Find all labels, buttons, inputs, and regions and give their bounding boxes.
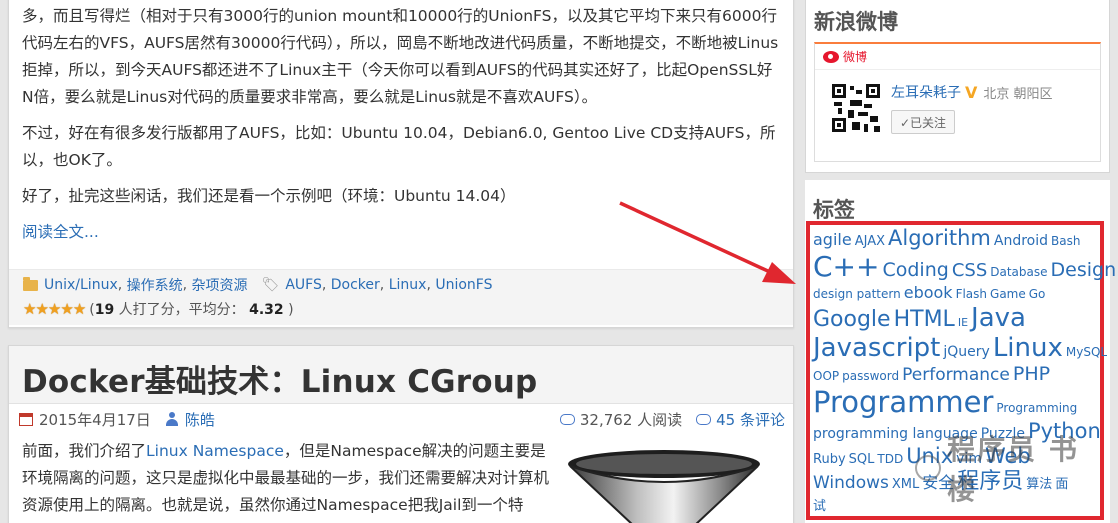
- watermark: 程序员 书楼: [915, 433, 1085, 506]
- funnel-image: [568, 450, 760, 523]
- followed-button[interactable]: ✓已关注: [891, 110, 955, 134]
- excerpt-text: 前面，我们介绍了: [22, 442, 147, 460]
- tag-link[interactable]: Go: [1029, 287, 1046, 301]
- widget-title: 新浪微博: [814, 10, 898, 34]
- paragraph: 多，而且写得烂（相对于只有3000行的union mount和10000行的Un…: [22, 7, 779, 106]
- comment-icon: [696, 413, 712, 425]
- rating-count-suffix: 人打了分，平均分：: [114, 302, 245, 318]
- tag-link[interactable]: ebook: [904, 283, 953, 302]
- weibo-card: 微博 左耳朵耗子 V 北京 朝阳区 ✓已关注: [814, 42, 1101, 162]
- calendar-icon: [19, 412, 33, 426]
- tag-link[interactable]: Android: [994, 233, 1048, 249]
- tag-link[interactable]: jQuery: [943, 344, 989, 360]
- widget-title: 标签: [813, 198, 855, 222]
- tag-link[interactable]: OOP: [813, 369, 839, 383]
- article-info: 2015年4月17日 陈皓 32,762 人阅读 45 条评论: [19, 406, 785, 432]
- tag-link[interactable]: Linux: [389, 277, 427, 293]
- weibo-logo-icon: [823, 50, 839, 63]
- user-icon: [165, 412, 179, 426]
- tag-link[interactable]: Java: [971, 303, 1026, 333]
- main-content: 多，而且写得烂（相对于只有3000行的union mount和10000行的Un…: [0, 0, 800, 523]
- tag-link[interactable]: Docker: [331, 277, 380, 293]
- star-icon[interactable]: ★: [35, 300, 48, 318]
- tag-link[interactable]: CSS: [952, 260, 987, 281]
- rating-average: 4.32: [249, 302, 284, 318]
- verified-v-icon: V: [965, 82, 978, 102]
- category-link[interactable]: 杂项资源: [192, 275, 248, 295]
- tag-link[interactable]: UnionFS: [435, 277, 492, 293]
- article-excerpt: 多，而且写得烂（相对于只有3000行的union mount和10000行的Un…: [22, 3, 782, 246]
- tag-link[interactable]: Game: [990, 287, 1026, 301]
- tag-cloud-line: Programmer Programming: [813, 388, 1098, 421]
- post-date: 2015年4月17日: [39, 410, 151, 429]
- paragraph: 好了，扯完这些闲话，我们还是看一个示例吧（环境：Ubuntu 14.04）: [22, 187, 516, 205]
- tag-link[interactable]: Javascript: [813, 333, 940, 363]
- rating-stars[interactable]: ★ ★ ★ ★ ★: [23, 300, 86, 318]
- star-icon[interactable]: ★: [48, 300, 61, 318]
- tag-link[interactable]: AJAX: [855, 234, 885, 249]
- tag-link[interactable]: SQL: [849, 452, 875, 467]
- tag-link[interactable]: Ruby: [813, 452, 846, 467]
- wechat-icon: [915, 455, 942, 481]
- star-icon[interactable]: ★: [60, 300, 73, 318]
- tag-link[interactable]: TDD: [877, 452, 903, 466]
- tag-link[interactable]: HTML: [894, 307, 955, 332]
- views-icon: [559, 413, 575, 425]
- weibo-widget: 新浪微博 微博 左耳朵耗子 V 北京 朝阳区 ✓已关注: [805, 0, 1110, 173]
- tag-link[interactable]: agile: [813, 230, 852, 249]
- weibo-brand[interactable]: 微博: [843, 48, 867, 65]
- author-link[interactable]: 陈皓: [185, 409, 215, 430]
- read-more-link[interactable]: 阅读全文...: [22, 219, 782, 246]
- tag-link[interactable]: Linux: [993, 333, 1063, 363]
- read-count: 32,762 人阅读: [579, 410, 683, 429]
- tag-link[interactable]: PHP: [1013, 363, 1050, 385]
- tag-link[interactable]: Bash: [1051, 234, 1080, 248]
- tag-link[interactable]: AUFS: [285, 277, 322, 293]
- namespace-link[interactable]: Linux Namespace: [146, 442, 284, 460]
- tag-link[interactable]: design pattern: [813, 287, 901, 301]
- weibo-user-name[interactable]: 左耳朵耗子: [891, 82, 961, 102]
- article-card: Docker基础技术：Linux CGroup 2015年4月17日 陈皓 32…: [8, 345, 794, 523]
- tag-link[interactable]: Programmer: [813, 385, 993, 419]
- star-icon[interactable]: ★: [73, 300, 86, 318]
- tag-link[interactable]: C++: [813, 250, 879, 283]
- star-icon[interactable]: ★: [23, 300, 36, 318]
- tag-link[interactable]: MySQL: [1066, 345, 1107, 359]
- tag-link[interactable]: password: [842, 369, 899, 383]
- article-meta: Unix/Linux, 操作系统, 杂项资源 🏷 AUFS, Docker, L…: [9, 269, 793, 325]
- tag-link[interactable]: 试: [813, 499, 826, 514]
- tag-link[interactable]: IE: [958, 316, 968, 329]
- watermark-text: 程序员 书楼: [947, 433, 1079, 506]
- category-link[interactable]: Unix/Linux: [44, 277, 118, 293]
- tag-cloud-line: Javascript jQuery Linux MySQL: [813, 333, 1107, 365]
- comments-link[interactable]: 45 条评论: [716, 409, 785, 430]
- folder-icon: [23, 276, 38, 291]
- rating: ★ ★ ★ ★ ★ (19 人打了分，平均分： 4.32 ): [23, 297, 781, 321]
- tag-link[interactable]: Google: [813, 307, 891, 332]
- weibo-location: 北京 朝阳区: [983, 86, 1053, 102]
- tag-icon: 🏷: [261, 277, 280, 293]
- article-excerpt: 前面，我们介绍了Linux Namespace，但是Namespace解决的问题…: [22, 438, 552, 519]
- tag-link[interactable]: Windows: [813, 473, 889, 493]
- tag-cloud-line: C++ Coding CSS Database Design: [813, 250, 1116, 285]
- tag-link[interactable]: Design: [1051, 259, 1117, 281]
- tag-link[interactable]: Database: [990, 265, 1047, 279]
- rating-paren: ): [283, 302, 294, 318]
- paragraph: 不过，好在有很多发行版都用了AUFS，比如：Ubuntu 10.04，Debia…: [22, 124, 776, 169]
- article-header: Docker基础技术：Linux CGroup: [9, 346, 793, 404]
- tag-link[interactable]: Performance: [902, 365, 1010, 385]
- category-link[interactable]: 操作系统: [127, 275, 183, 295]
- avatar[interactable]: [830, 82, 882, 134]
- article-card: 多，而且写得烂（相对于只有3000行的union mount和10000行的Un…: [8, 0, 794, 328]
- tag-link[interactable]: Coding: [882, 259, 948, 281]
- tag-cloud-line: design pattern ebook Flash Game Go: [813, 285, 1098, 305]
- tag-link[interactable]: Flash: [956, 287, 987, 301]
- tag-link[interactable]: Algorithm: [888, 226, 991, 250]
- article-title[interactable]: Docker基础技术：Linux CGroup: [22, 356, 537, 401]
- rating-count: 19: [94, 302, 115, 318]
- tag-cloud-line: Google HTML IE Java: [813, 305, 1098, 335]
- tag-link[interactable]: Programming: [996, 401, 1077, 415]
